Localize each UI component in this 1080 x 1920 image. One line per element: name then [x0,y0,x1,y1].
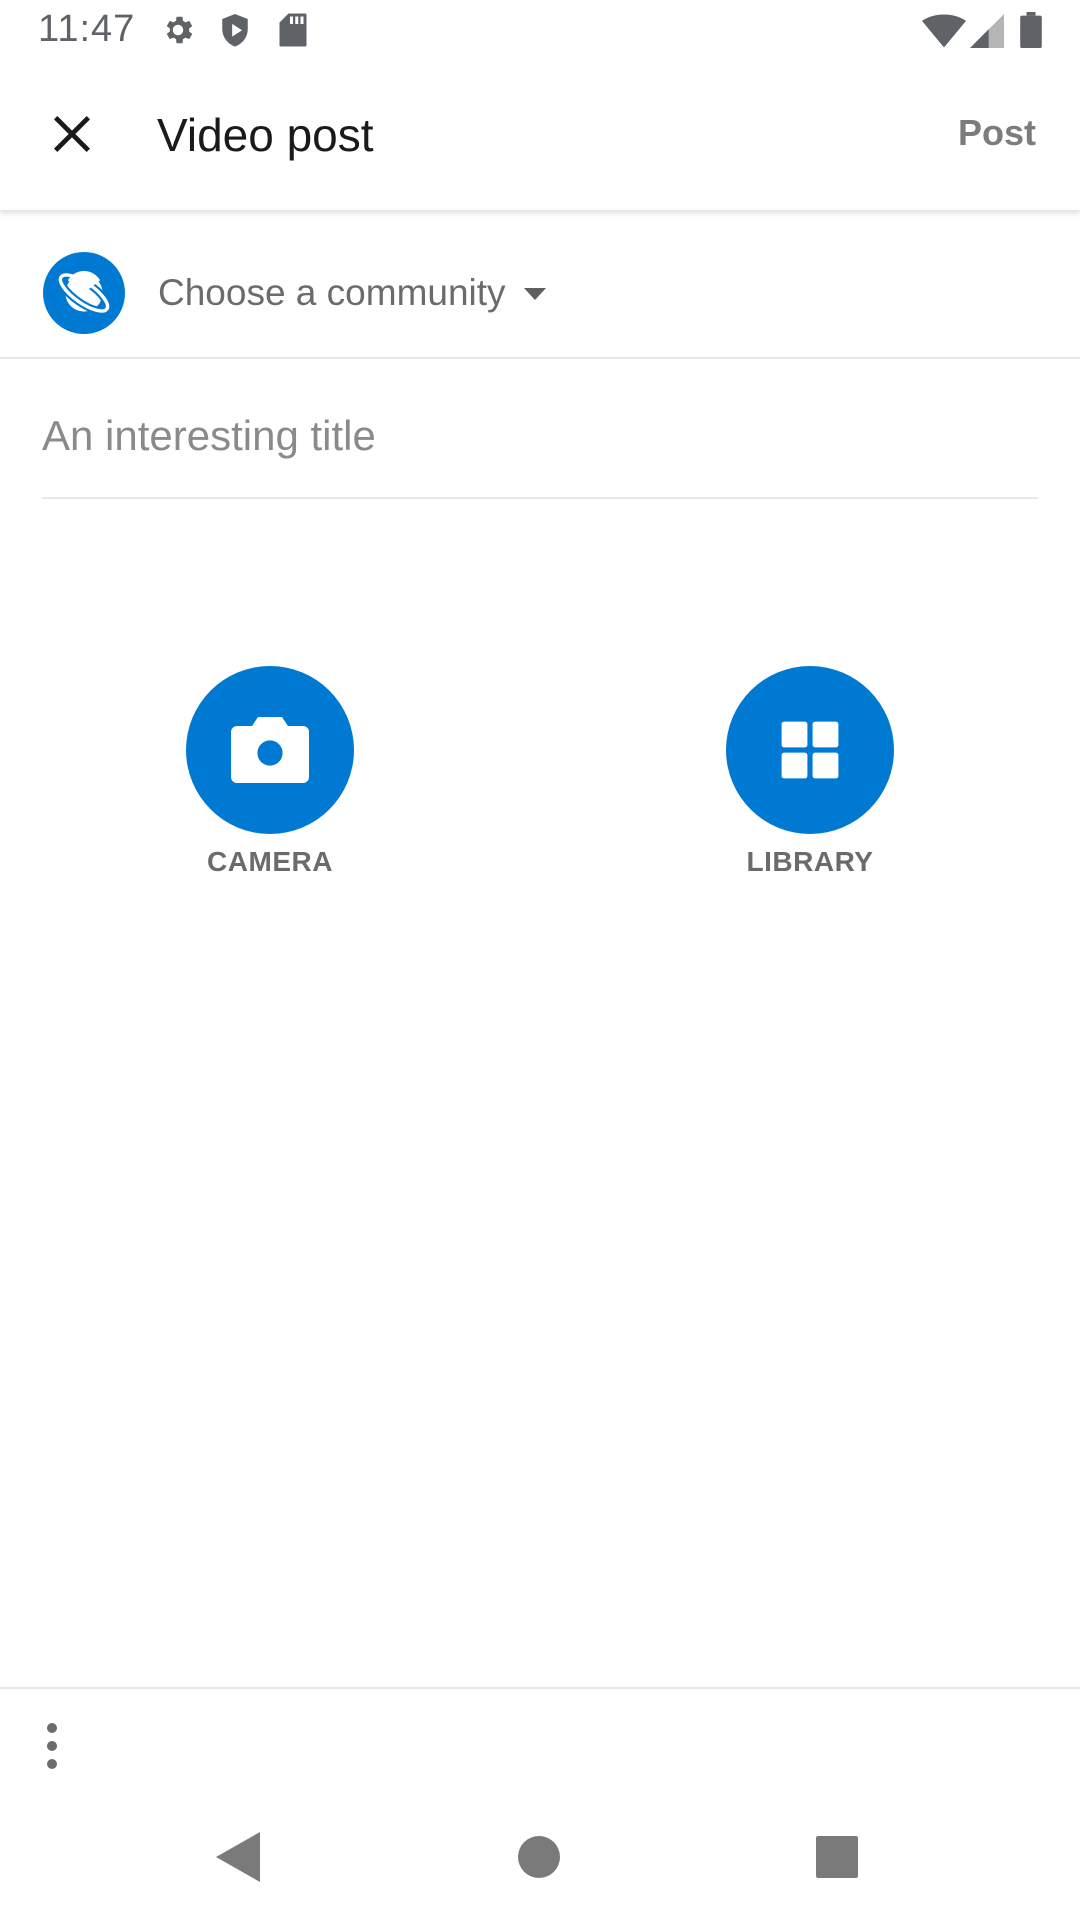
title-input[interactable] [42,375,1038,499]
wifi-icon [922,14,966,53]
status-time: 11:47 [38,8,136,50]
page-title: Video post [157,109,374,161]
post-button[interactable]: Post [958,112,1036,154]
camera-button[interactable]: CAMERA [170,666,370,878]
home-icon[interactable] [518,1836,560,1883]
planet-icon [43,252,125,334]
more-vertical-icon[interactable] [28,1715,76,1777]
community-selector[interactable]: Choose a community [0,212,1080,359]
close-button[interactable] [36,100,108,172]
gear-icon [160,12,196,53]
shield-play-icon [218,12,252,55]
recents-icon[interactable] [816,1836,858,1883]
community-label: Choose a community [158,272,506,313]
library-label: LIBRARY [746,846,874,877]
caret-down-icon [524,288,546,307]
library-button[interactable]: LIBRARY [710,666,910,878]
app-bar: Video post Post [0,64,1080,211]
cell-signal-icon [970,14,1004,53]
grid-icon [726,666,894,834]
status-bar: 11:47 [0,0,1080,64]
camera-icon [186,666,354,834]
camera-label: CAMERA [207,846,333,877]
sd-card-icon [278,12,308,53]
back-icon[interactable] [216,1832,260,1887]
battery-icon [1020,12,1042,53]
bottom-toolbar [0,1687,1080,1799]
system-nav-bar [0,1800,1080,1920]
close-icon [50,112,94,161]
